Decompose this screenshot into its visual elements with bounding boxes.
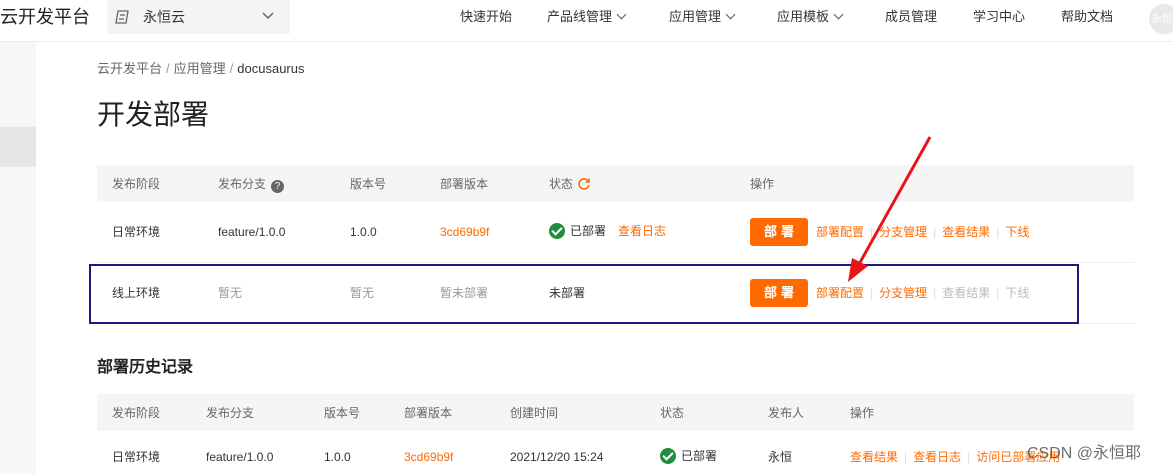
nav-label: 帮助文档: [1061, 9, 1114, 24]
cell-publisher: 永恒: [768, 450, 793, 464]
header-status: 状态: [660, 406, 685, 420]
nav-label: 产品线管理: [547, 9, 613, 24]
table-row: 日常环境 feature/1.0.0 1.0.0 3cd69b9f 已部署 查看日…: [97, 202, 1134, 263]
nav-quick-start[interactable]: 快速开始: [460, 8, 512, 26]
main-nav: 快速开始 产品线管理 应用管理 应用模板 成员管理 学习中心 帮助文档: [0, 8, 1173, 28]
status-text: 已部署: [570, 224, 607, 238]
cell-version: 1.0.0: [324, 450, 351, 464]
cell-deploy-version-link[interactable]: 3cd69b9f: [440, 224, 489, 240]
header-branch: 发布分支: [206, 406, 255, 420]
view-result-link[interactable]: 查看结果: [850, 450, 898, 464]
breadcrumb-separator: /: [229, 61, 234, 76]
nav-label: 学习中心: [973, 9, 1026, 24]
nav-app-templates[interactable]: 应用模板: [777, 8, 844, 26]
check-circle-icon: [660, 448, 676, 464]
check-circle-icon: [549, 223, 565, 239]
nav-label: 快速开始: [460, 9, 513, 24]
sidebar: [0, 42, 36, 474]
header-stage: 发布阶段: [112, 177, 161, 191]
cell-branch: feature/1.0.0: [218, 225, 286, 239]
cell-stage: 日常环境: [112, 225, 161, 239]
top-navbar: 云开发平台 永恒云 快速开始 产品线管理 应用管理 应用模板 成员管理 学习中心…: [0, 0, 1173, 42]
chevron-down-icon: [725, 9, 736, 20]
nav-label: 成员管理: [885, 9, 938, 24]
nav-help-docs[interactable]: 帮助文档: [1061, 8, 1113, 26]
header-branch: 发布分支?: [218, 176, 285, 193]
header-actions: 操作: [750, 177, 775, 191]
breadcrumb: 云开发平台 / 应用管理 / docusaurus: [97, 61, 305, 77]
header-version: 版本号: [324, 406, 361, 420]
view-log-link[interactable]: 查看日志: [618, 224, 666, 238]
header-actions: 操作: [850, 406, 875, 420]
page-title: 开发部署: [97, 99, 210, 130]
action-divider: |: [904, 450, 908, 464]
view-result-link[interactable]: 查看结果: [942, 225, 990, 239]
cell-status: 已部署: [660, 448, 717, 464]
branch-manage-link[interactable]: 分支管理: [879, 225, 927, 239]
table-row: 日常环境 feature/1.0.0 1.0.0 3cd69b9f 2021/1…: [97, 431, 1134, 474]
header-deploy-version: 部署版本: [440, 177, 489, 191]
nav-product-line[interactable]: 产品线管理: [547, 8, 627, 26]
table-header: 发布阶段 发布分支? 版本号 部署版本 状态 操作: [97, 165, 1134, 202]
cell-stage: 日常环境: [112, 450, 161, 464]
history-section-title: 部署历史记录: [97, 359, 194, 376]
action-divider: |: [996, 225, 1000, 239]
header-status: 状态: [549, 176, 591, 192]
cell-deploy-version-link[interactable]: 3cd69b9f: [404, 449, 453, 465]
breadcrumb-separator: /: [166, 61, 170, 76]
chevron-down-icon: [616, 9, 627, 20]
annotation-highlight-box: [89, 264, 1079, 324]
row-actions: 部署配置 | 分支管理 | 查看结果 | 下线: [816, 224, 1029, 240]
deploy-button[interactable]: 部署: [750, 218, 808, 246]
deploy-config-link[interactable]: 部署配置: [816, 225, 864, 239]
action-divider: |: [933, 225, 937, 239]
nav-label: 应用模板: [777, 9, 830, 24]
header-created: 创建时间: [510, 406, 559, 420]
header-deploy-version: 部署版本: [404, 406, 453, 420]
action-divider: |: [870, 225, 874, 239]
nav-app-management[interactable]: 应用管理: [669, 8, 736, 26]
offline-link[interactable]: 下线: [1005, 225, 1029, 239]
breadcrumb-item[interactable]: 云开发平台: [97, 61, 162, 76]
sidebar-active-item[interactable]: [0, 127, 36, 167]
header-version: 版本号: [350, 177, 387, 191]
refresh-icon[interactable]: [577, 177, 591, 191]
nav-learning-center[interactable]: 学习中心: [973, 8, 1025, 26]
nav-members[interactable]: 成员管理: [885, 8, 937, 26]
breadcrumb-item[interactable]: 应用管理: [174, 61, 226, 76]
chevron-down-icon: [833, 9, 844, 20]
nav-label: 应用管理: [669, 9, 722, 24]
watermark-text: CSDN @永恒耶: [1027, 445, 1142, 462]
header-publisher: 发布人: [768, 406, 805, 420]
header-branch-label: 发布分支: [218, 177, 267, 191]
cell-version: 1.0.0: [350, 225, 377, 239]
action-divider: |: [967, 450, 971, 464]
user-avatar[interactable]: 永恒: [1149, 4, 1173, 34]
help-icon[interactable]: ?: [271, 180, 285, 193]
view-log-link[interactable]: 查看日志: [913, 450, 961, 464]
cell-created: 2021/12/20 15:24: [510, 450, 604, 464]
status-text: 已部署: [681, 449, 718, 463]
cell-branch: feature/1.0.0: [206, 450, 274, 464]
header-stage: 发布阶段: [112, 406, 161, 420]
breadcrumb-current: docusaurus: [237, 61, 305, 76]
cell-status: 已部署 查看日志: [549, 223, 666, 239]
table-header: 发布阶段 发布分支 版本号 部署版本 创建时间 状态 发布人 操作: [97, 394, 1134, 431]
header-status-label: 状态: [549, 177, 574, 191]
